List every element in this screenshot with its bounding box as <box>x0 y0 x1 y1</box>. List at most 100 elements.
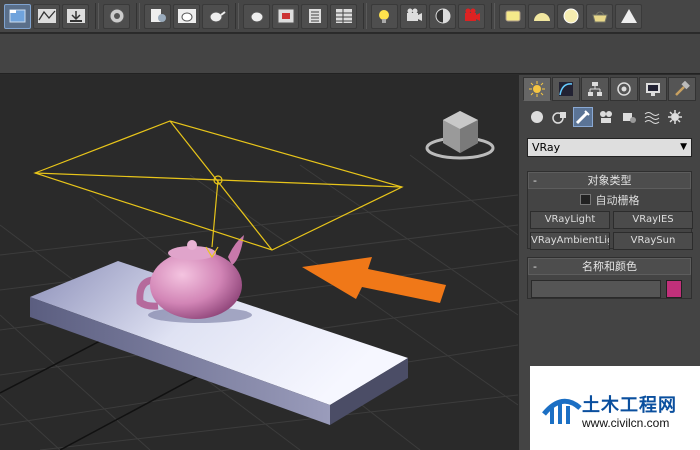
sphere-button[interactable] <box>557 3 584 29</box>
name-color-rollout-header[interactable]: - 名称和颜色 <box>528 258 691 275</box>
collapse-icon: - <box>533 174 537 187</box>
lights-button[interactable] <box>573 107 593 127</box>
camera-red-button[interactable] <box>458 3 485 29</box>
rollout-title: 名称和颜色 <box>582 260 637 273</box>
collapse-icon: - <box>533 260 537 273</box>
watermark: 土木工程网 www.civilcn.com <box>530 366 700 450</box>
tab-modify[interactable] <box>552 77 580 101</box>
space-warps-button[interactable] <box>642 107 662 127</box>
light-bulb-icon <box>378 10 389 23</box>
viewport-scene <box>0 111 518 450</box>
tab-utilities[interactable] <box>668 77 696 101</box>
systems-gear-icon <box>668 110 682 124</box>
geometry-sphere-icon <box>531 111 543 123</box>
basket-button[interactable] <box>586 3 613 29</box>
create-category-row <box>527 107 685 127</box>
tab-hierarchy[interactable] <box>581 77 609 101</box>
cameras-button[interactable] <box>596 107 616 127</box>
layers-icon <box>308 9 321 23</box>
table-button[interactable] <box>330 3 357 29</box>
name-color-rollout: - 名称和颜色 <box>527 257 692 299</box>
dome-button[interactable] <box>528 3 555 29</box>
picture-icon <box>277 8 294 24</box>
autogrid-row: 自动栅格 <box>528 191 691 208</box>
space-warps-icon <box>644 112 660 124</box>
hammer-icon <box>675 81 690 96</box>
tab-display[interactable] <box>639 77 667 101</box>
camera-button[interactable] <box>400 3 427 29</box>
object-color-swatch[interactable] <box>666 280 682 298</box>
lights-icon <box>575 110 590 125</box>
vray-light-gizmo <box>33 120 404 259</box>
display-monitor-icon <box>646 83 660 96</box>
teapot-icon <box>250 11 263 23</box>
curve-editor-button[interactable] <box>33 3 60 29</box>
sphere-half-button[interactable] <box>429 3 456 29</box>
toolbar-separator <box>491 3 495 29</box>
helpers-button[interactable] <box>619 107 639 127</box>
tab-motion[interactable] <box>610 77 638 101</box>
tab-create[interactable] <box>523 77 551 101</box>
autogrid-checkbox[interactable] <box>579 194 591 205</box>
render-setup-button[interactable] <box>103 3 130 29</box>
sphere-half-icon <box>435 8 450 24</box>
sun-create-icon <box>529 81 545 97</box>
shapes-button[interactable] <box>550 107 570 127</box>
object-type-rollout-header[interactable]: - 对象类型 <box>528 172 691 189</box>
layers-button[interactable] <box>301 3 328 29</box>
teapot-button[interactable] <box>173 3 200 29</box>
name-row <box>528 275 691 303</box>
teapot-render-button[interactable] <box>202 3 229 29</box>
hierarchy-icon <box>588 82 602 96</box>
toolbar-separator <box>363 3 367 29</box>
vraylight-button[interactable]: VRayLight <box>530 211 610 229</box>
warning-button[interactable] <box>615 3 642 29</box>
vraysun-button[interactable]: VRaySun <box>613 232 693 250</box>
toolbar-separator <box>235 3 239 29</box>
dropdown-value: VRay <box>532 141 561 154</box>
light-type-buttons: VRayLight VRayIES VRayAmbientLigh VRaySu… <box>528 208 693 250</box>
download-button[interactable] <box>62 3 89 29</box>
vrayies-button[interactable]: VRayIES <box>613 211 693 229</box>
motion-icon <box>617 82 631 96</box>
vrayambientlight-button[interactable]: VRayAmbientLigh <box>530 232 610 250</box>
camera-red-icon <box>464 8 480 21</box>
teapot-icon <box>177 9 196 23</box>
light-type-dropdown[interactable]: VRay ▼ <box>527 138 692 157</box>
teapot-render-icon <box>209 11 226 23</box>
table-icon <box>335 9 352 23</box>
geometry-button[interactable] <box>527 107 547 127</box>
open-scene-icon <box>9 9 25 23</box>
teapot-button-2[interactable] <box>243 3 270 29</box>
dome-icon <box>533 13 550 21</box>
curve-editor-icon <box>37 9 56 23</box>
open-scene-button[interactable] <box>4 3 31 29</box>
plane-button[interactable] <box>499 3 526 29</box>
render-setup-icon <box>109 8 124 24</box>
autogrid-label: 自动栅格 <box>595 193 640 207</box>
light-bulb-button[interactable] <box>371 3 398 29</box>
helpers-icon <box>623 113 636 123</box>
picture-button[interactable] <box>272 3 299 29</box>
rollout-title: 对象类型 <box>587 174 632 187</box>
systems-button[interactable] <box>665 107 685 127</box>
viewcube[interactable] <box>425 111 495 160</box>
shapes-icon <box>552 112 566 124</box>
material-editor-icon <box>150 9 166 22</box>
perspective-viewport[interactable] <box>0 75 518 450</box>
object-name-input[interactable] <box>531 280 661 298</box>
ribbon-strip <box>0 34 700 74</box>
warning-icon <box>620 9 637 23</box>
material-editor-button[interactable] <box>144 3 171 29</box>
toolbar-separator <box>95 3 99 29</box>
chevron-down-icon: ▼ <box>680 142 687 152</box>
pointer-arrow <box>302 257 446 303</box>
watermark-url: www.civilcn.com <box>582 416 670 430</box>
main-toolbar <box>0 0 700 33</box>
sphere-icon <box>563 8 578 24</box>
plane-icon <box>505 10 520 22</box>
watermark-title: 土木工程网 <box>582 395 677 416</box>
object-type-rollout: - 对象类型 自动栅格 VRayLight VRayIES VRayAmbien… <box>527 171 693 250</box>
cameras-icon <box>600 111 612 123</box>
basket-icon <box>591 11 608 23</box>
